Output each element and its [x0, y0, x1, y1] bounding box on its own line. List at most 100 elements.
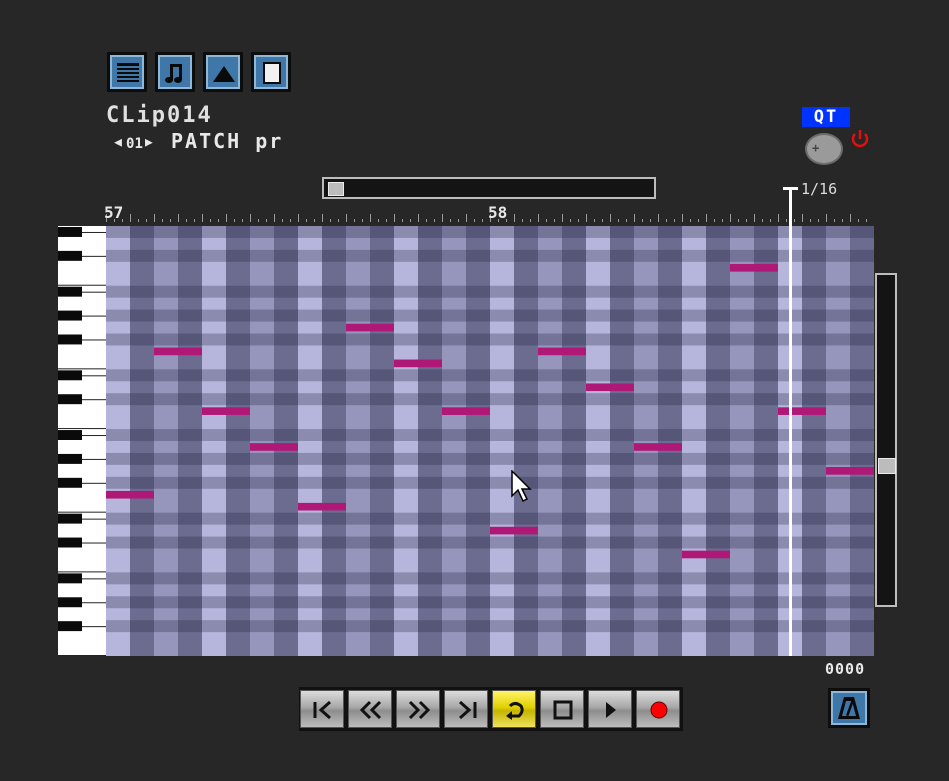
black-key — [58, 477, 82, 488]
key-divider — [58, 368, 106, 370]
grid-row-shade — [106, 333, 874, 346]
ruler-tick — [514, 214, 515, 222]
ruler-tick — [442, 214, 443, 222]
key-divider — [82, 602, 106, 604]
vertical-scroll-thumb[interactable] — [878, 458, 896, 474]
ruler-tick — [538, 214, 539, 222]
ruler-tick — [810, 219, 811, 222]
position-counter: 0000 — [825, 660, 866, 678]
black-key — [58, 394, 82, 405]
ruler-tick — [570, 219, 571, 222]
fast-forward-button[interactable] — [396, 690, 440, 728]
ruler-tick — [762, 219, 763, 222]
clip-name[interactable]: CLip014 — [106, 105, 213, 127]
grid-row-shade — [106, 226, 874, 238]
ruler-tick — [842, 219, 843, 222]
ruler-tick — [154, 214, 155, 222]
black-key — [58, 621, 82, 632]
record-button[interactable] — [636, 690, 680, 728]
playhead[interactable] — [789, 188, 792, 656]
go-to-end-button[interactable] — [444, 690, 488, 728]
ruler-tick — [602, 219, 603, 222]
ruler-tick — [826, 214, 827, 222]
ruler-tick — [466, 214, 467, 222]
patch-selector[interactable]: ◂01▸ PATCH pr — [112, 130, 283, 155]
prev-patch-icon[interactable]: ◂ — [112, 129, 126, 153]
play-button[interactable] — [588, 690, 632, 728]
ruler-tick — [746, 219, 747, 222]
skip-end-icon — [459, 700, 477, 720]
fast-forward-icon — [408, 700, 431, 720]
next-patch-icon[interactable]: ▸ — [143, 129, 157, 153]
ruler-tick — [290, 219, 291, 222]
key-divider — [82, 375, 106, 377]
automation-editor-button[interactable] — [203, 52, 243, 92]
ruler-tick — [186, 219, 187, 222]
ruler-tick — [210, 219, 211, 222]
note — [250, 443, 298, 451]
ruler-tick — [178, 214, 179, 222]
ruler-tick — [138, 219, 139, 222]
ruler-tick — [218, 219, 219, 222]
ruler-tick — [386, 219, 387, 222]
timeline-ruler[interactable]: 57 58 — [104, 200, 874, 224]
key-divider — [82, 231, 106, 233]
ruler-tick — [194, 219, 195, 222]
mouse-cursor-icon — [511, 470, 532, 503]
ruler-tick — [626, 219, 627, 222]
loop-icon — [506, 702, 524, 720]
grid-row-shade — [106, 452, 874, 465]
key-divider — [58, 284, 106, 286]
black-key — [58, 334, 82, 345]
quantize-knob[interactable]: + — [805, 133, 843, 165]
ruler-tick — [234, 219, 235, 222]
stop-button[interactable] — [540, 690, 584, 728]
piano-keys — [58, 227, 106, 656]
ruler-tick — [330, 219, 331, 222]
score-editor-icon — [165, 64, 182, 83]
grid-resolution-label[interactable]: 1/16 — [801, 180, 837, 198]
loop-button[interactable] — [492, 690, 536, 728]
black-key — [58, 537, 82, 548]
ruler-tick — [474, 219, 475, 222]
ruler-tick — [362, 219, 363, 222]
power-icon[interactable] — [849, 128, 871, 150]
ruler-tick — [450, 219, 451, 222]
note — [346, 323, 394, 332]
rewind-button[interactable] — [348, 690, 392, 728]
ruler-tick — [434, 219, 435, 222]
quantize-badge[interactable]: QT — [802, 107, 850, 127]
ruler-tick — [866, 219, 867, 222]
horizontal-scrollbar[interactable] — [322, 177, 656, 199]
key-divider — [82, 315, 106, 317]
ruler-tick — [266, 219, 267, 222]
ruler-tick — [674, 219, 675, 222]
note — [778, 407, 826, 415]
grid-row-shade — [106, 536, 874, 549]
ruler-tick — [314, 219, 315, 222]
clip-properties-button[interactable] — [251, 52, 291, 92]
ruler-tick — [786, 219, 787, 222]
black-key — [58, 453, 82, 464]
note-grid[interactable] — [106, 226, 874, 656]
ruler-tick — [282, 219, 283, 222]
key-divider — [82, 399, 106, 401]
plus-icon: + — [812, 141, 820, 155]
metronome-button[interactable] — [828, 688, 870, 728]
ruler-tick — [226, 214, 227, 222]
record-icon — [650, 701, 668, 719]
ruler-tick — [410, 219, 411, 222]
horizontal-scroll-thumb[interactable] — [328, 182, 344, 196]
note — [682, 550, 730, 559]
key-divider — [58, 571, 106, 573]
ruler-tick — [418, 214, 419, 222]
vertical-scrollbar[interactable] — [875, 273, 897, 607]
black-key — [58, 227, 82, 237]
go-to-start-button[interactable] — [300, 690, 344, 728]
note — [730, 263, 778, 272]
score-editor-button[interactable] — [155, 52, 195, 92]
piano-keyboard[interactable] — [58, 226, 106, 656]
ruler-tick — [338, 219, 339, 222]
list-editor-button[interactable] — [107, 52, 147, 92]
channel-number: 01 — [126, 136, 143, 152]
